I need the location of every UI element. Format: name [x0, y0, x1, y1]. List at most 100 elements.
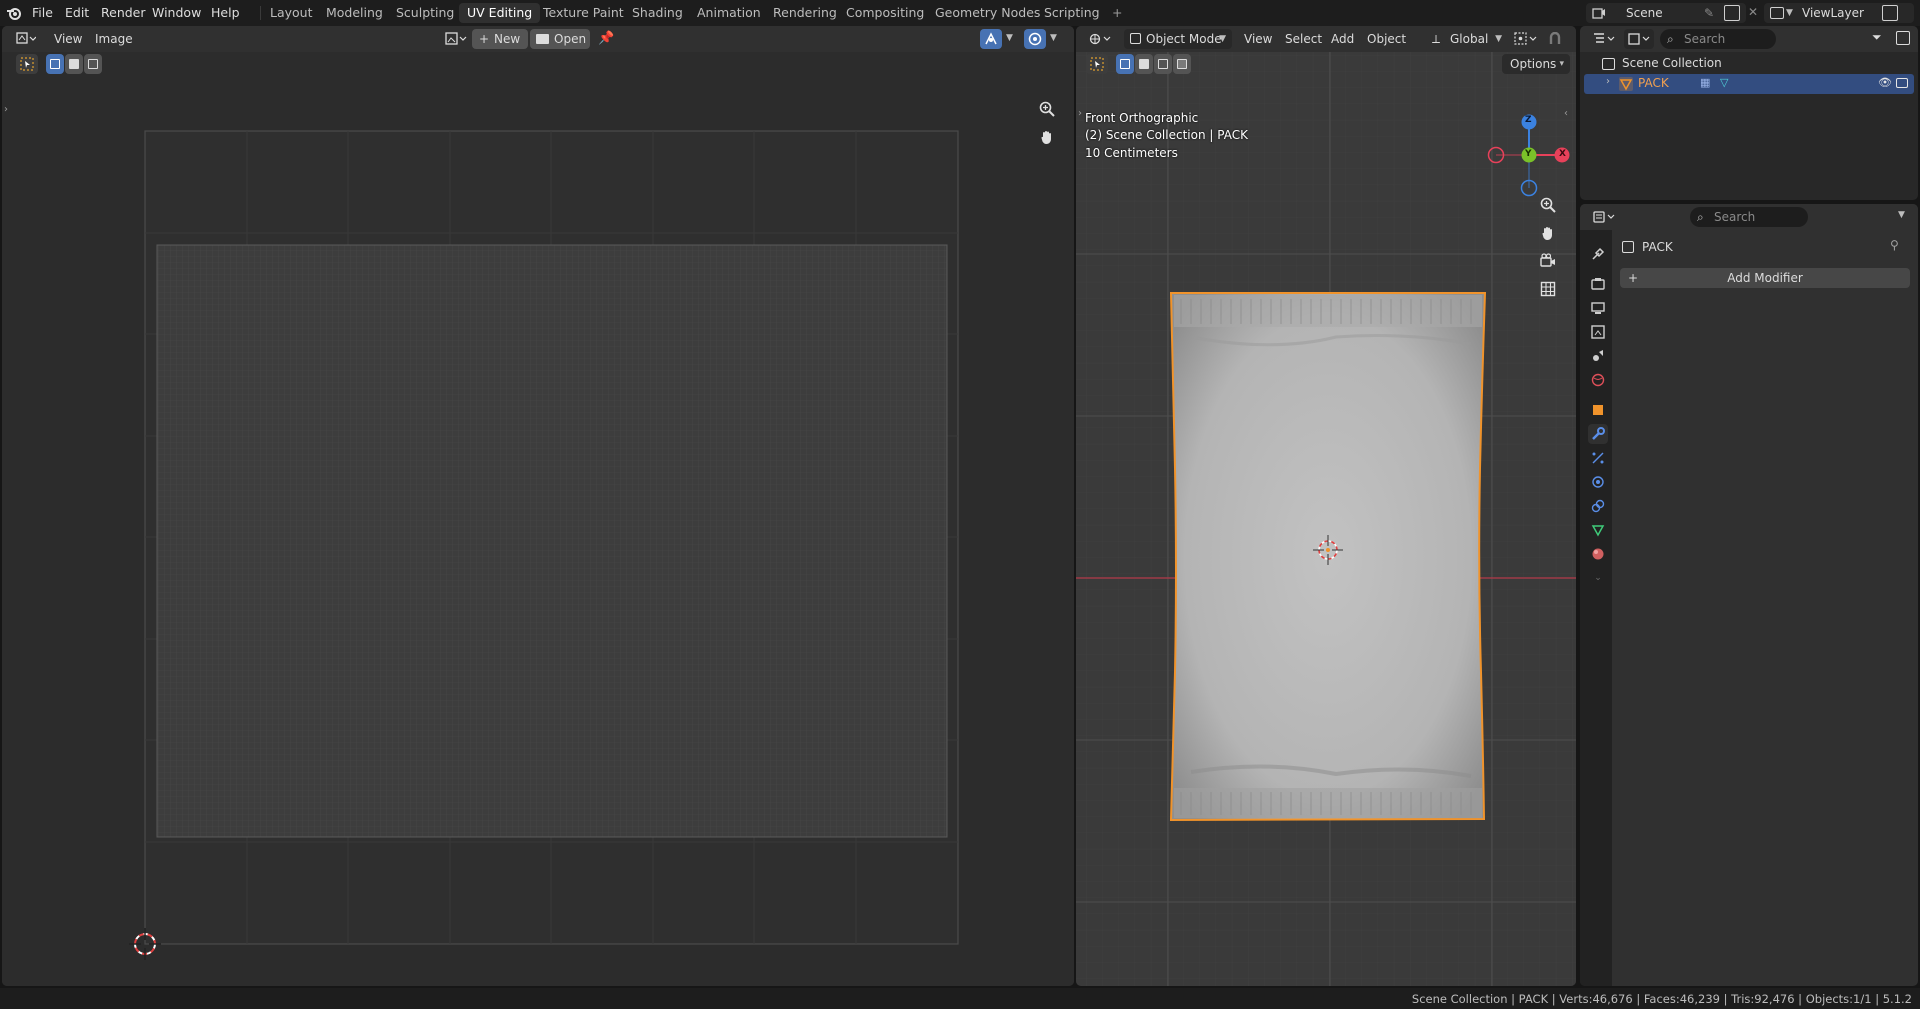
vp-menu-object[interactable]: Object: [1367, 29, 1406, 49]
new-image-button[interactable]: + New: [472, 29, 528, 49]
tab-compositing[interactable]: Compositing: [838, 3, 932, 23]
select-mode-new-icon[interactable]: [46, 54, 64, 74]
chevron-down-icon[interactable]: ▼: [1006, 33, 1013, 43]
properties-search-input[interactable]: ⌕ Search: [1690, 207, 1808, 227]
uv-menu-view[interactable]: View: [54, 29, 82, 49]
editor-type-uv-icon[interactable]: [12, 29, 40, 49]
select-mode-subtract-icon[interactable]: [1154, 54, 1172, 74]
pivot-point-icon[interactable]: [1512, 29, 1540, 49]
select-mode-intersect-icon[interactable]: [1173, 54, 1191, 74]
transform-orientation-selector[interactable]: ⟂ Global ▼: [1428, 29, 1502, 49]
zoom-icon[interactable]: [1535, 192, 1561, 218]
tab-scripting[interactable]: Scripting: [1036, 3, 1108, 23]
pin-icon[interactable]: 📌: [598, 31, 614, 46]
toolbar-toggle-icon[interactable]: ›: [1078, 108, 1082, 119]
world-tab-icon[interactable]: [1588, 370, 1608, 390]
new-collection-icon[interactable]: [1896, 31, 1910, 45]
open-image-button[interactable]: Open: [530, 29, 590, 49]
tab-rendering[interactable]: Rendering: [765, 3, 845, 23]
tab-modeling[interactable]: Modeling: [318, 3, 391, 23]
particles-tab-icon[interactable]: [1588, 448, 1608, 468]
add-workspace-button[interactable]: +: [1104, 3, 1130, 23]
collection-icon: [1602, 58, 1615, 70]
pin-icon[interactable]: ⚲: [1890, 238, 1899, 252]
outliner-header: ⌕ Search ⏷: [1580, 26, 1918, 52]
modifier-tab-icon[interactable]: [1588, 424, 1608, 444]
vp-menu-select[interactable]: Select: [1285, 29, 1322, 49]
data-tab-icon[interactable]: [1588, 520, 1608, 540]
scene-icon: [1592, 6, 1606, 20]
overlays-icon[interactable]: [1024, 29, 1046, 49]
zoom-icon[interactable]: [1034, 96, 1060, 122]
filter-icon[interactable]: ⏷: [1872, 30, 1882, 45]
orientation-icon: ⟂: [1432, 32, 1441, 46]
options-button[interactable]: Options ▾: [1502, 54, 1570, 74]
pan-hand-icon[interactable]: [1535, 220, 1561, 246]
menu-help[interactable]: Help: [211, 5, 240, 21]
tool-tab-icon[interactable]: [1588, 244, 1608, 264]
select-tool-icon[interactable]: [16, 54, 38, 74]
select-tool-icon[interactable]: [1086, 54, 1108, 74]
constraints-tab-icon[interactable]: [1588, 496, 1608, 516]
sidebar-toggle-icon[interactable]: ›: [4, 104, 8, 115]
render-tab-icon[interactable]: [1588, 274, 1608, 294]
view-layer-tab-icon[interactable]: [1588, 322, 1608, 342]
new-view-layer-icon[interactable]: [1882, 5, 1898, 21]
tab-shading[interactable]: Shading: [624, 3, 691, 23]
image-browse-icon[interactable]: [442, 29, 470, 49]
add-modifier-button[interactable]: + Add Modifier: [1620, 268, 1910, 288]
chevron-right-icon[interactable]: ›: [1606, 76, 1610, 87]
mode-selector[interactable]: Object Mode ▼: [1124, 29, 1232, 49]
editor-type-outliner-icon[interactable]: [1590, 29, 1618, 49]
3d-viewport-canvas[interactable]: Front Orthographic (2) Scene Collection …: [1076, 52, 1576, 986]
menu-window[interactable]: Window: [152, 5, 201, 21]
menu-file[interactable]: File: [32, 5, 53, 21]
tab-geometry-nodes[interactable]: Geometry Nodes: [927, 3, 1048, 23]
tab-texture-paint[interactable]: Texture Paint: [535, 3, 632, 23]
editor-type-properties-icon[interactable]: [1590, 207, 1618, 227]
scene-selector[interactable]: Scene ✎: [1586, 3, 1746, 23]
camera-view-icon[interactable]: [1535, 248, 1561, 274]
outliner-row-pack[interactable]: › PACK ▦ ▽ 👁: [1584, 74, 1914, 94]
chevron-down-icon[interactable]: ▼: [1898, 210, 1905, 220]
outliner-row-scene-collection[interactable]: Scene Collection: [1580, 54, 1918, 74]
visibility-eye-icon[interactable]: 👁: [1878, 76, 1892, 89]
material-tab-icon[interactable]: [1588, 544, 1608, 564]
menu-edit[interactable]: Edit: [65, 5, 89, 21]
tab-layout[interactable]: Layout: [262, 3, 321, 23]
vp-menu-view[interactable]: View: [1244, 29, 1272, 49]
sidebar-toggle-icon[interactable]: ‹: [1564, 108, 1568, 119]
editor-type-3d-icon[interactable]: [1086, 29, 1114, 49]
vp-menu-add[interactable]: Add: [1331, 29, 1354, 49]
render-camera-icon[interactable]: [1896, 78, 1908, 88]
view-layer-selector[interactable]: ▼ ViewLayer: [1764, 3, 1914, 23]
blender-logo-icon[interactable]: [6, 5, 22, 21]
tab-uv-editing[interactable]: UV Editing: [459, 3, 541, 23]
select-mode-extend-icon[interactable]: [1135, 54, 1153, 74]
toggle-ortho-grid-icon[interactable]: [1535, 276, 1561, 302]
new-scene-icon[interactable]: [1724, 5, 1740, 21]
mesh-object-icon: [1618, 76, 1634, 92]
uv-canvas[interactable]: ›: [2, 52, 1074, 986]
mesh-data-icon: ▽: [1720, 76, 1729, 89]
tab-animation[interactable]: Animation: [689, 3, 769, 23]
display-mode-icon[interactable]: [1624, 29, 1654, 49]
uv-sync-selection-icon[interactable]: [980, 29, 1002, 49]
more-tabs-chevron-icon[interactable]: ⌄: [1588, 568, 1608, 588]
object-tab-icon[interactable]: [1588, 400, 1608, 420]
outliner-search-input[interactable]: ⌕ Search: [1660, 29, 1776, 49]
uv-menu-image[interactable]: Image: [95, 29, 133, 49]
physics-tab-icon[interactable]: [1588, 472, 1608, 492]
snap-icon[interactable]: [1544, 29, 1566, 49]
output-tab-icon[interactable]: [1588, 298, 1608, 318]
pin-icon[interactable]: ✎: [1704, 3, 1714, 23]
pan-hand-icon[interactable]: [1034, 124, 1060, 150]
select-mode-extend-icon[interactable]: [65, 54, 83, 74]
select-mode-subtract-icon[interactable]: [84, 54, 102, 74]
menu-render[interactable]: Render: [101, 5, 146, 21]
chevron-down-icon[interactable]: ▼: [1050, 33, 1057, 43]
select-mode-new-icon[interactable]: [1116, 54, 1134, 74]
scene-tab-icon[interactable]: [1588, 346, 1608, 366]
delete-scene-icon[interactable]: ✕: [1748, 5, 1758, 19]
tab-sculpting[interactable]: Sculpting: [388, 3, 462, 23]
